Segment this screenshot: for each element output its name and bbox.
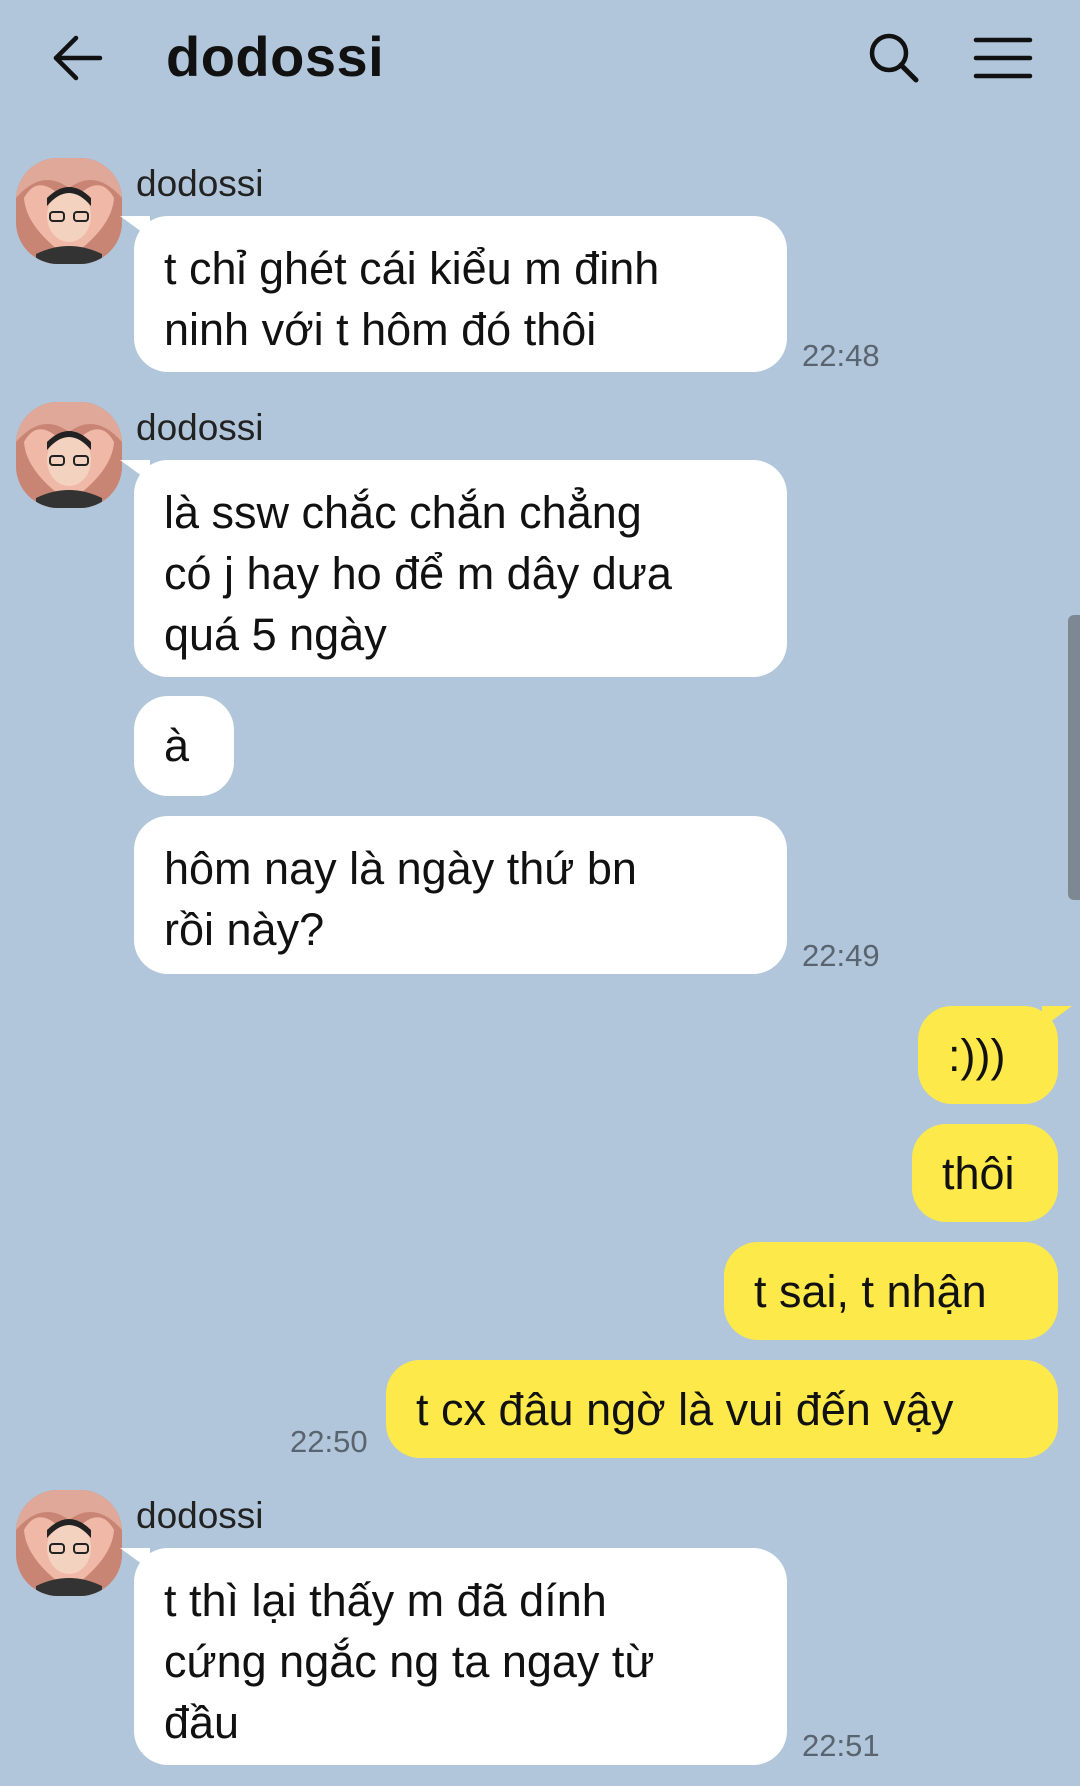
- bubble-tail: [120, 460, 150, 482]
- sender-name: dodossi: [136, 407, 264, 448]
- bubble-tail: [120, 1548, 150, 1570]
- message-line: t thì lại thấy m đã dính: [164, 1575, 607, 1626]
- message-line: cứng ngắc ng ta ngay từ: [164, 1636, 655, 1687]
- scrollbar-thumb[interactable]: [1068, 615, 1080, 900]
- message-bubble-incoming[interactable]: t thì lại thấy m đã dính cứng ngắc ng ta…: [120, 1548, 787, 1765]
- back-button[interactable]: [48, 28, 108, 88]
- avatar[interactable]: [16, 402, 122, 508]
- message-line: hôm nay là ngày thứ bn: [164, 843, 637, 894]
- message-time: 22:50: [290, 1424, 368, 1459]
- bubble-tail: [1042, 1006, 1072, 1028]
- message-bubble-outgoing[interactable]: :))): [918, 1006, 1072, 1104]
- message-text: t sai, t nhận: [754, 1265, 987, 1317]
- message-bubble-incoming[interactable]: là ssw chắc chắn chẳng có j hay ho để m …: [120, 460, 787, 677]
- chat-title: dodossi: [166, 25, 385, 88]
- message-line: t chỉ ghét cái kiểu m đinh: [164, 243, 660, 294]
- bubble-tail: [120, 216, 150, 238]
- profile-photo-icon: [16, 1490, 122, 1596]
- message-bubble-incoming[interactable]: à: [134, 696, 234, 796]
- profile-photo-icon: [16, 402, 122, 508]
- arrow-left-icon: [53, 35, 103, 81]
- message-bubble-outgoing[interactable]: t cx đâu ngờ là vui đến vậy: [386, 1360, 1058, 1458]
- message-line: là ssw chắc chắn chẳng: [164, 487, 642, 538]
- message-bubble-outgoing[interactable]: thôi: [912, 1124, 1058, 1222]
- message-text: thôi: [942, 1147, 1015, 1199]
- message-line: à: [164, 720, 190, 771]
- avatar[interactable]: [16, 158, 122, 264]
- search-button[interactable]: [864, 28, 924, 88]
- message-bubble-outgoing[interactable]: t sai, t nhận: [724, 1242, 1058, 1340]
- sender-name: dodossi: [136, 163, 264, 204]
- message-time: 22:48: [802, 338, 880, 373]
- message-line: quá 5 ngày: [164, 609, 387, 660]
- avatar[interactable]: [16, 1490, 122, 1596]
- message-line: có j hay ho để m dây dưa: [164, 548, 672, 599]
- message-line: ninh với t hôm đó thôi: [164, 304, 597, 355]
- hamburger-menu-icon: [973, 37, 1033, 79]
- message-line: rồi này?: [164, 904, 325, 955]
- message-text: :))): [948, 1029, 1006, 1081]
- chat-header: dodossi: [0, 0, 1080, 120]
- menu-button[interactable]: [972, 28, 1034, 88]
- message-text: t cx đâu ngờ là vui đến vậy: [416, 1383, 954, 1435]
- profile-photo-icon: [16, 158, 122, 264]
- message-bubble-incoming[interactable]: t chỉ ghét cái kiểu m đinh ninh với t hô…: [120, 216, 787, 372]
- message-time: 22:51: [802, 1728, 880, 1763]
- message-bubble-incoming[interactable]: hôm nay là ngày thứ bn rồi này?: [134, 816, 787, 974]
- message-line: đầu: [164, 1697, 240, 1748]
- message-time: 22:49: [802, 938, 880, 973]
- sender-name: dodossi: [136, 1495, 264, 1536]
- search-icon: [869, 33, 919, 83]
